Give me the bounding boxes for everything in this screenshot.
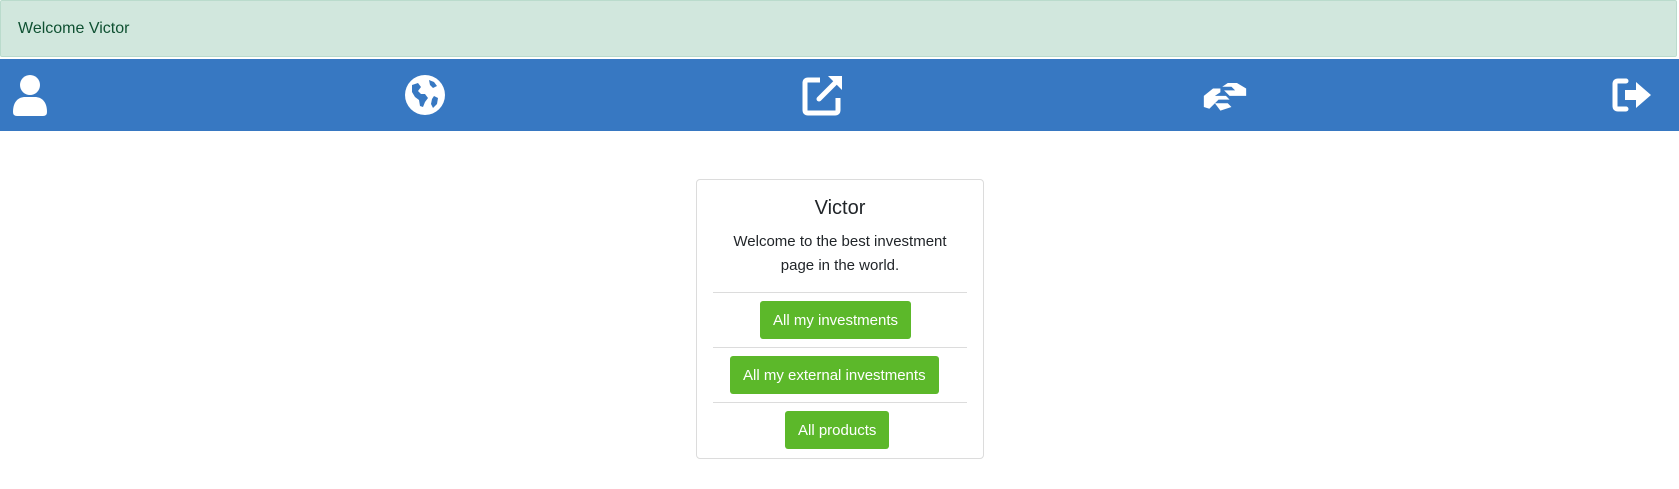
handshake-icon[interactable]: [1202, 72, 1248, 118]
divider: [713, 402, 967, 403]
card-description: Welcome to the best investment page in t…: [733, 233, 947, 274]
profile-card: Victor Welcome to the best investment pa…: [696, 179, 984, 459]
welcome-alert: Welcome Victor: [0, 0, 1677, 57]
top-nav-bar: [0, 59, 1679, 131]
card-title: Victor: [814, 197, 866, 219]
all-investments-button[interactable]: All my investments: [760, 301, 912, 339]
globe-icon[interactable]: [402, 72, 448, 118]
divider: [713, 347, 967, 348]
sign-out-icon[interactable]: [1610, 72, 1656, 118]
user-icon[interactable]: [7, 72, 53, 118]
all-external-investments-button[interactable]: All my external investments: [730, 356, 939, 394]
divider: [713, 292, 967, 293]
welcome-text: Welcome Victor: [18, 19, 130, 37]
all-products-button[interactable]: All products: [785, 411, 890, 449]
external-link-icon[interactable]: [800, 72, 846, 118]
